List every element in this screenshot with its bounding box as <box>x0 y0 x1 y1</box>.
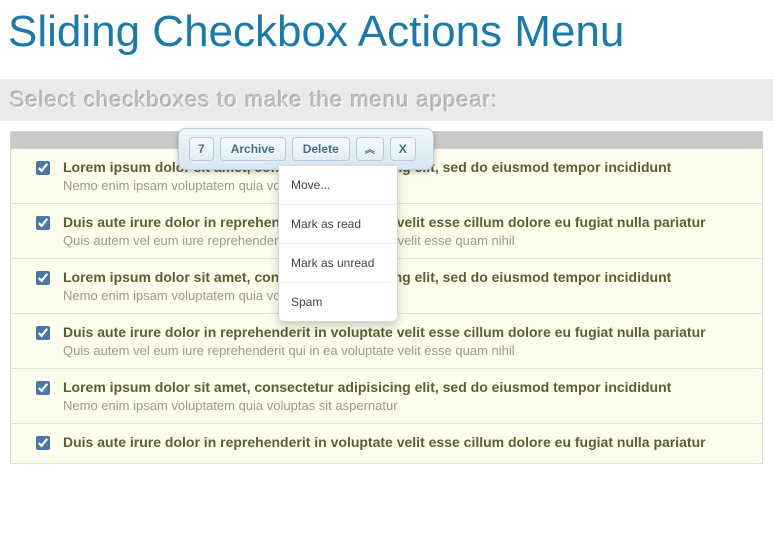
instruction-bar: Select checkboxes to make the menu appea… <box>0 79 773 121</box>
dropdown-item-mark-read[interactable]: Mark as read <box>279 204 397 243</box>
page-title: Sliding Checkbox Actions Menu <box>0 0 773 69</box>
more-actions-dropdown: Move... Mark as read Mark as unread Spam <box>278 166 398 322</box>
row-subtitle: Quis autem vel eum iure reprehenderit qu… <box>63 343 750 358</box>
row-subtitle: Nemo enim ipsam voluptatem quia voluptas… <box>63 178 750 193</box>
checkbox-cell <box>23 269 63 285</box>
row-text: Duis aute irure dolor in reprehenderit i… <box>63 434 750 453</box>
list-item: Duis aute irure dolor in reprehenderit i… <box>10 424 763 464</box>
delete-button[interactable]: Delete <box>292 137 350 161</box>
row-checkbox[interactable] <box>36 326 50 340</box>
row-subtitle: Nemo enim ipsam voluptatem quia voluptas… <box>63 288 750 303</box>
row-subtitle: Quis autem vel eum iure reprehenderit qu… <box>63 233 750 248</box>
action-menu: 7 Archive Delete ︽ X Move... Mark as rea… <box>178 128 434 170</box>
row-title: Duis aute irure dolor in reprehenderit i… <box>63 214 750 230</box>
checkbox-cell <box>23 159 63 175</box>
row-checkbox[interactable] <box>36 161 50 175</box>
dropdown-item-spam[interactable]: Spam <box>279 282 397 321</box>
dropdown-item-move[interactable]: Move... <box>279 166 397 204</box>
row-text: Lorem ipsum dolor sit amet, consectetur … <box>63 379 750 413</box>
row-checkbox[interactable] <box>36 436 50 450</box>
row-checkbox[interactable] <box>36 271 50 285</box>
list-item: Duis aute irure dolor in reprehenderit i… <box>10 314 763 369</box>
row-subtitle: Nemo enim ipsam voluptatem quia voluptas… <box>63 398 750 413</box>
archive-button[interactable]: Archive <box>220 137 286 161</box>
row-text: Duis aute irure dolor in reprehenderit i… <box>63 214 750 248</box>
instruction-text: Select checkboxes to make the menu appea… <box>10 87 498 112</box>
close-button[interactable]: X <box>390 137 416 161</box>
collapse-button[interactable]: ︽ <box>356 137 384 161</box>
checkbox-cell <box>23 379 63 395</box>
row-text: Lorem ipsum dolor sit amet, consectetur … <box>63 269 750 303</box>
row-checkbox[interactable] <box>36 216 50 230</box>
list-item: Lorem ipsum dolor sit amet, consectetur … <box>10 369 763 424</box>
row-checkbox[interactable] <box>36 381 50 395</box>
row-title: Lorem ipsum dolor sit amet, consectetur … <box>63 269 750 285</box>
dropdown-item-mark-unread[interactable]: Mark as unread <box>279 243 397 282</box>
selected-count-button[interactable]: 7 <box>189 137 214 161</box>
checkbox-cell <box>23 434 63 450</box>
row-title: Duis aute irure dolor in reprehenderit i… <box>63 324 750 340</box>
checkbox-cell <box>23 324 63 340</box>
row-title: Duis aute irure dolor in reprehenderit i… <box>63 434 750 450</box>
action-bar: 7 Archive Delete ︽ X <box>178 128 434 170</box>
checkbox-cell <box>23 214 63 230</box>
row-text: Duis aute irure dolor in reprehenderit i… <box>63 324 750 358</box>
chevron-up-icon: ︽ <box>365 146 375 156</box>
row-title: Lorem ipsum dolor sit amet, consectetur … <box>63 379 750 395</box>
